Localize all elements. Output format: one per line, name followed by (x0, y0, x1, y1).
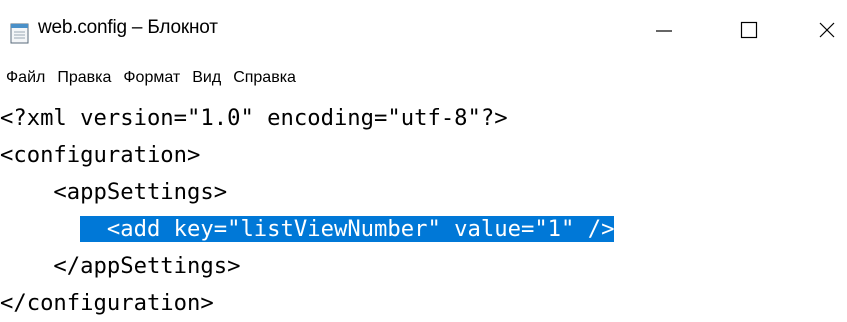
editor-line: </appSettings> (0, 253, 241, 279)
editor-line: <?xml version="1.0" encoding="utf-8"?> (0, 105, 508, 131)
menu-file[interactable]: Файл (0, 65, 51, 91)
menu-edit[interactable]: Правка (51, 65, 117, 91)
menu-format[interactable]: Формат (117, 65, 186, 91)
menu-help[interactable]: Справка (227, 65, 302, 91)
close-icon (817, 20, 837, 45)
notepad-icon (10, 22, 30, 44)
title-bar[interactable]: web.config – Блокнот (0, 0, 847, 64)
maximize-icon (739, 20, 759, 45)
minimize-button[interactable] (644, 14, 684, 50)
menu-view[interactable]: Вид (186, 65, 227, 91)
maximize-button[interactable] (729, 14, 769, 50)
minimize-icon (654, 20, 674, 45)
text-editor[interactable]: <?xml version="1.0" encoding="utf-8"?> <… (0, 96, 847, 322)
editor-line-selected: <add key="listViewNumber" value="1" /> (0, 211, 615, 247)
notepad-window: web.config – Блокнот Файл Правка Формат … (0, 0, 847, 322)
editor-line: <configuration> (0, 142, 201, 168)
text-selection[interactable]: <add key="listViewNumber" value="1" /> (80, 216, 615, 242)
editor-line: <appSettings> (0, 179, 228, 205)
window-title: web.config – Блокнот (38, 17, 218, 38)
menu-bar: Файл Правка Формат Вид Справка (0, 64, 847, 92)
close-button[interactable] (807, 14, 847, 50)
editor-line: </configuration> (0, 290, 214, 316)
